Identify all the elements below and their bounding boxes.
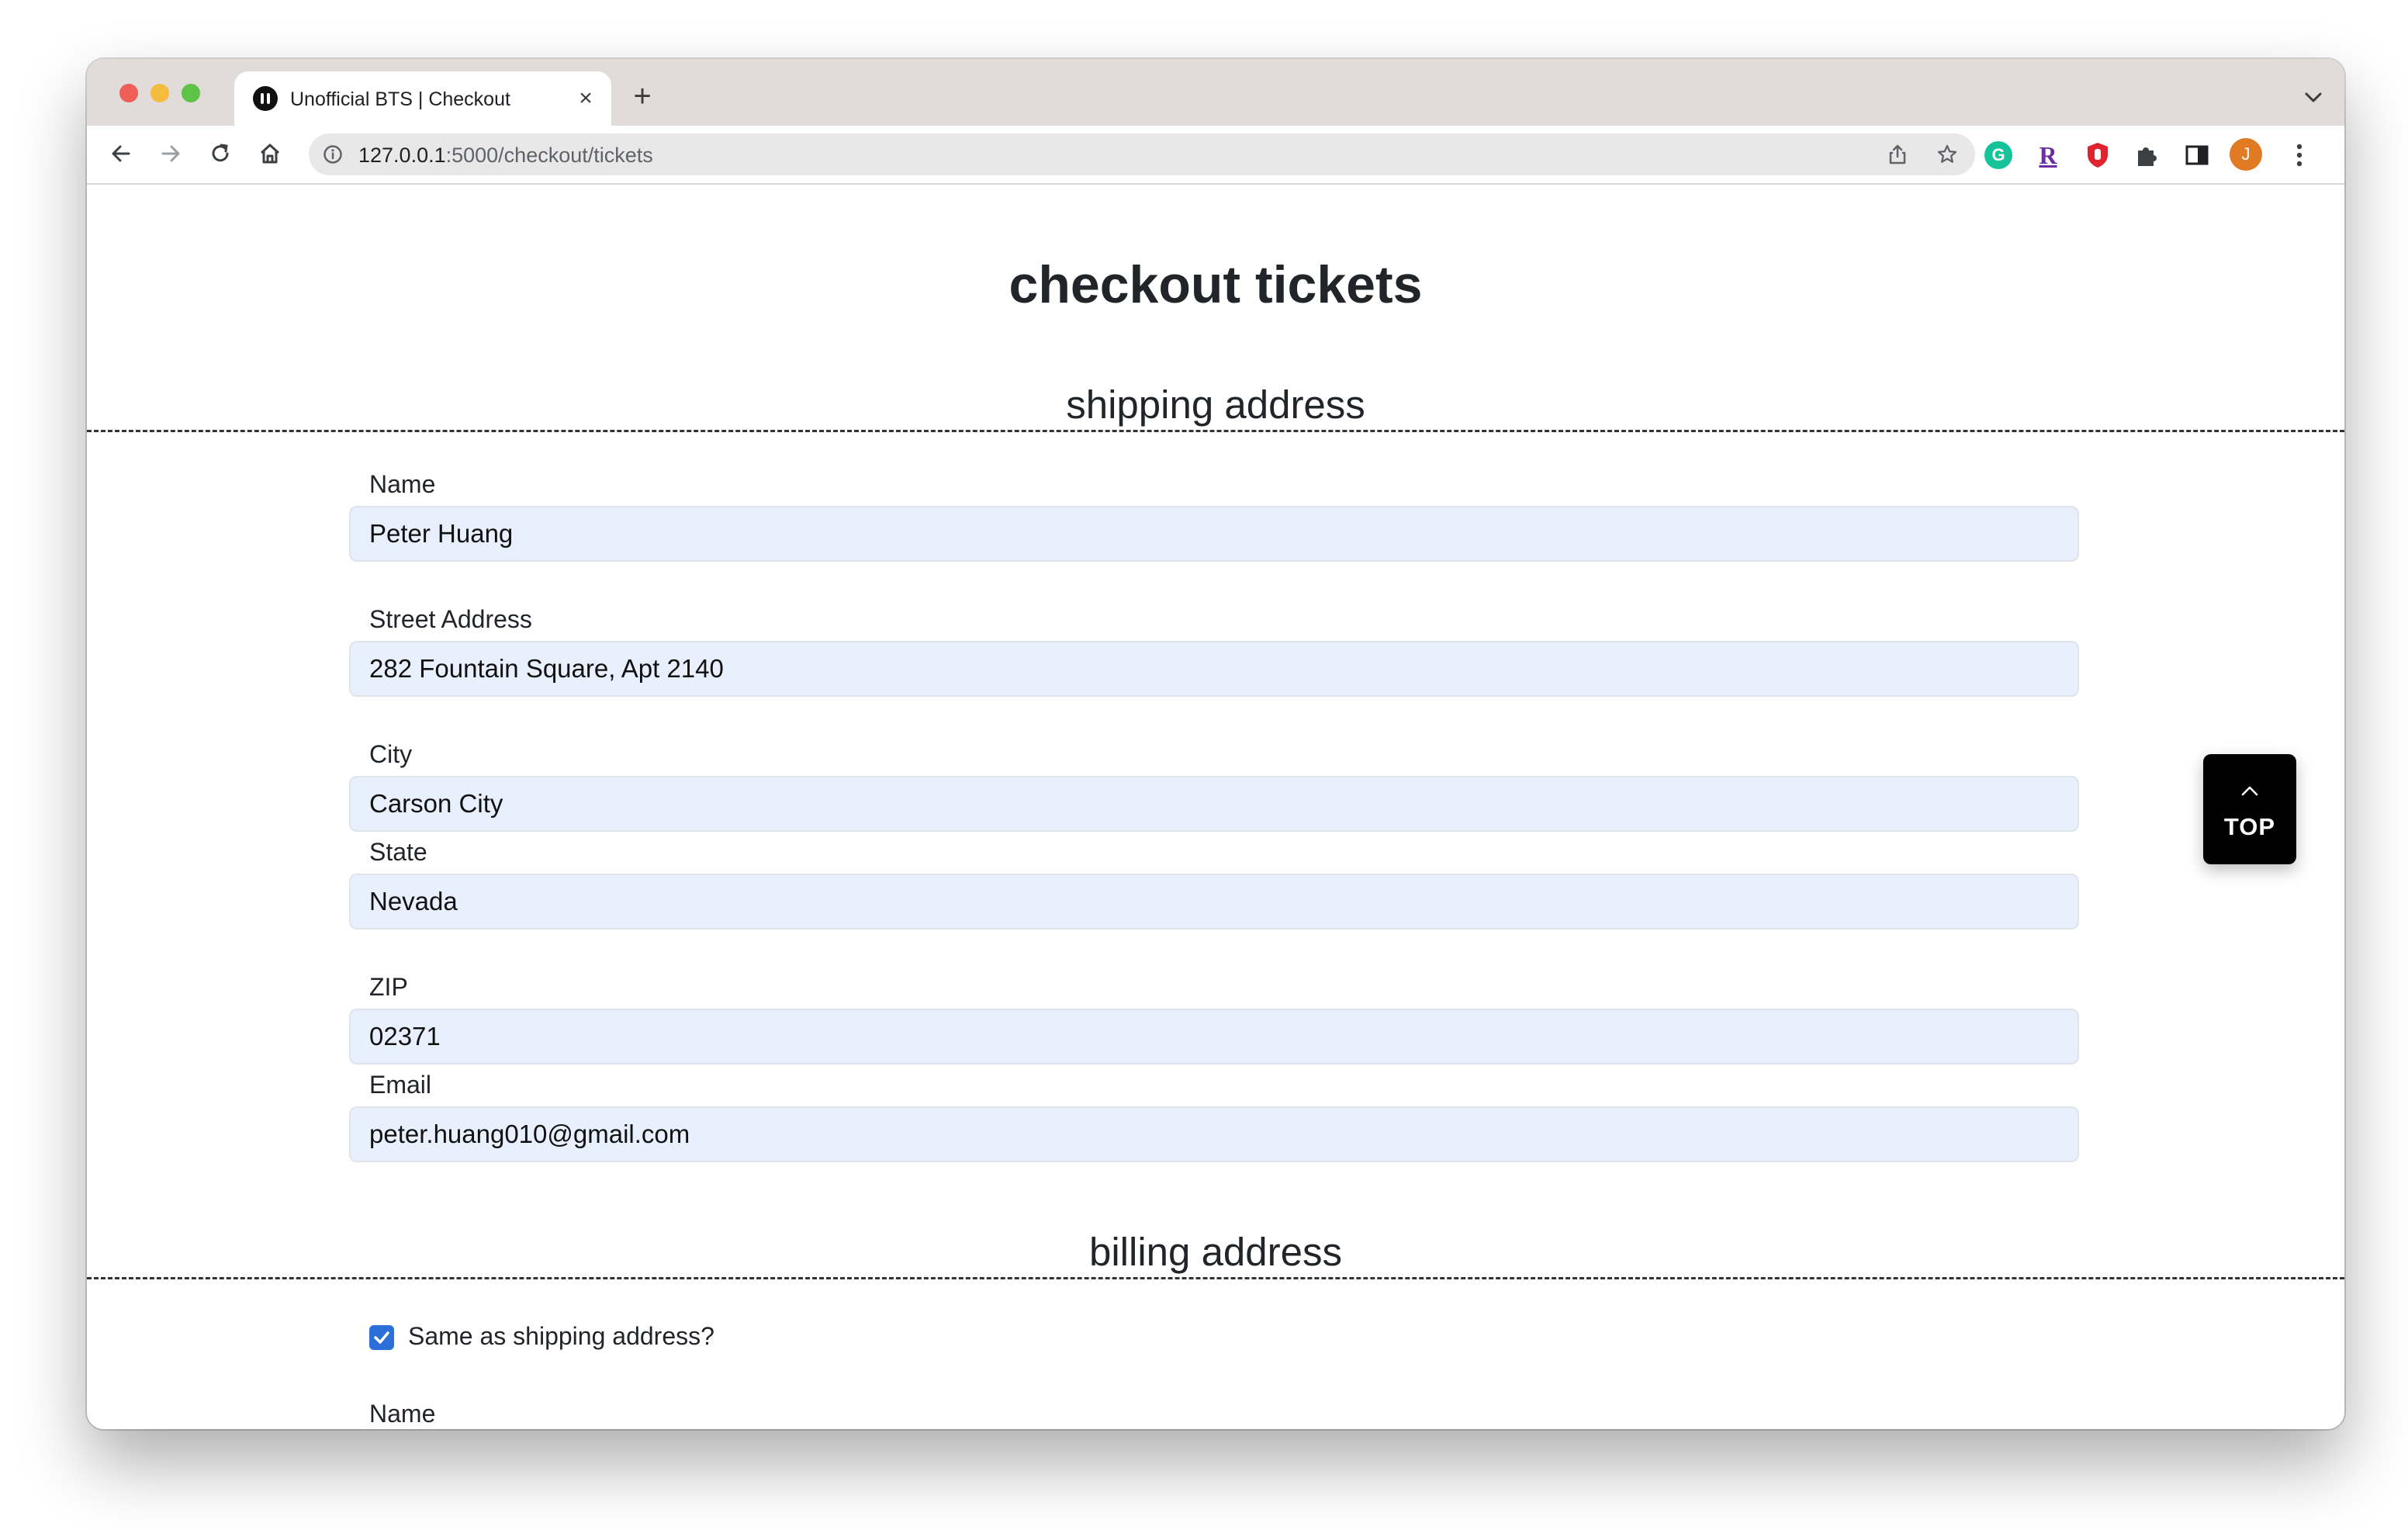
bookmark-star-icon[interactable] — [1936, 144, 1958, 165]
site-favicon-icon — [253, 86, 278, 111]
new-tab-button[interactable]: + — [627, 81, 658, 113]
back-to-top-label: TOP — [2223, 813, 2276, 840]
share-icon[interactable] — [1887, 144, 1908, 165]
shield-extension-icon[interactable] — [2084, 141, 2112, 169]
shipping-street-label: Street Address — [369, 605, 532, 633]
shipping-state-input[interactable] — [349, 874, 2079, 929]
shipping-city-input[interactable] — [349, 776, 2079, 832]
side-panel-icon[interactable] — [2183, 141, 2211, 169]
tab-title: Unofficial BTS | Checkout — [290, 88, 510, 110]
billing-section-divider — [87, 1277, 2344, 1279]
reload-icon[interactable] — [202, 135, 239, 172]
browser-toolbar: 127.0.0.1:5000/checkout/tickets G R J — [87, 126, 2344, 185]
page-content: checkout tickets shipping address Name S… — [87, 185, 2344, 1429]
url-path: :5000/checkout/tickets — [445, 144, 653, 167]
same-as-shipping-checkbox[interactable] — [369, 1325, 394, 1350]
r-extension-icon[interactable]: R — [2034, 141, 2062, 169]
billing-address-heading: billing address — [1088, 1230, 1343, 1274]
home-icon[interactable] — [251, 135, 289, 172]
shipping-zip-input[interactable] — [349, 1009, 2079, 1064]
chevron-up-icon — [2241, 786, 2258, 796]
grammarly-extension-icon[interactable]: G — [1984, 141, 2012, 169]
tab-close-icon[interactable]: × — [573, 85, 599, 112]
url-host: 127.0.0.1 — [358, 144, 446, 167]
back-arrow-icon[interactable] — [102, 135, 140, 172]
shipping-zip-label: ZIP — [369, 973, 408, 1001]
profile-avatar[interactable]: J — [2230, 138, 2262, 171]
minimize-window-button[interactable] — [150, 84, 169, 102]
address-bar[interactable]: 127.0.0.1:5000/checkout/tickets — [309, 133, 1975, 175]
shipping-name-input[interactable] — [349, 506, 2079, 562]
page-title: checkout tickets — [1009, 255, 1423, 314]
back-to-top-button[interactable]: TOP — [2203, 754, 2296, 864]
extensions-puzzle-icon[interactable] — [2133, 141, 2161, 169]
close-window-button[interactable] — [119, 84, 138, 102]
browser-menu-kebab-icon[interactable] — [2290, 140, 2309, 171]
shipping-section-divider — [87, 430, 2344, 432]
url-text[interactable]: 127.0.0.1:5000/checkout/tickets — [358, 144, 653, 168]
shipping-email-input[interactable] — [349, 1106, 2079, 1162]
forward-arrow-icon[interactable] — [152, 135, 189, 172]
maximize-window-button[interactable] — [182, 84, 200, 102]
tab-strip: Unofficial BTS | Checkout × + — [87, 59, 2344, 126]
shipping-address-heading: shipping address — [1066, 382, 1365, 427]
browser-window: Unofficial BTS | Checkout × + 127.0.0.1:… — [87, 59, 2344, 1429]
shipping-city-label: City — [369, 740, 413, 768]
billing-name-label: Name — [369, 1400, 436, 1428]
shipping-email-label: Email — [369, 1071, 432, 1099]
site-info-icon[interactable] — [323, 144, 343, 164]
tab-search-chevron-icon[interactable] — [2299, 87, 2327, 109]
shipping-street-input[interactable] — [349, 641, 2079, 697]
shipping-name-label: Name — [369, 470, 436, 498]
shipping-state-label: State — [369, 838, 427, 866]
browser-tab-checkout[interactable]: Unofficial BTS | Checkout × — [234, 71, 611, 126]
same-as-shipping-label[interactable]: Same as shipping address? — [408, 1322, 714, 1351]
